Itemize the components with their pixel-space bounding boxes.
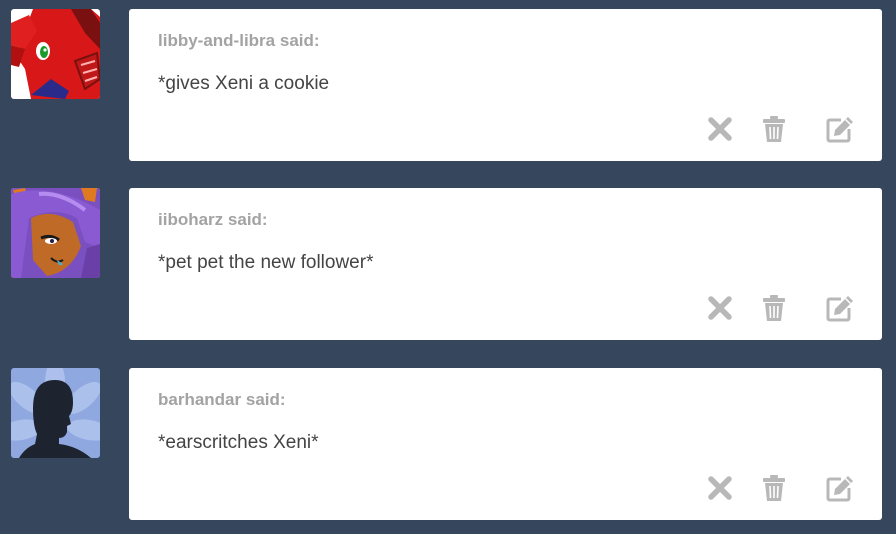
reply-button[interactable] <box>826 115 854 143</box>
message-card: libby-and-libra said: *gives Xeni a cook… <box>129 9 882 161</box>
message-row: iiboharz said: *pet pet the new follower… <box>0 188 896 340</box>
avatar[interactable] <box>11 368 100 458</box>
trash-icon <box>763 116 785 142</box>
red-pony-avatar <box>11 9 100 99</box>
close-icon <box>708 476 732 500</box>
ignore-button[interactable] <box>706 115 734 143</box>
sender-line: iiboharz said: <box>158 210 268 230</box>
sender-name[interactable]: iiboharz <box>158 210 223 229</box>
reply-button[interactable] <box>826 294 854 322</box>
message-row: barhandar said: *earscritches Xeni* <box>0 368 896 520</box>
said-label: said: <box>227 210 268 229</box>
avatar[interactable] <box>11 188 100 278</box>
sender-name[interactable]: barhandar <box>158 390 241 409</box>
message-text: *earscritches Xeni* <box>158 432 319 453</box>
said-label: said: <box>279 31 320 50</box>
ignore-button[interactable] <box>706 474 734 502</box>
said-label: said: <box>245 390 286 409</box>
edit-icon <box>826 476 853 502</box>
purple-hair-pony-avatar <box>11 188 100 278</box>
close-icon <box>708 117 732 141</box>
edit-icon <box>826 296 853 322</box>
default-silhouette-avatar <box>11 368 100 458</box>
message-row: libby-and-libra said: *gives Xeni a cook… <box>0 9 896 161</box>
edit-icon <box>826 117 853 143</box>
message-card: barhandar said: *earscritches Xeni* <box>129 368 882 520</box>
reply-button[interactable] <box>826 474 854 502</box>
sender-name[interactable]: libby-and-libra <box>158 31 275 50</box>
delete-button[interactable] <box>760 294 788 322</box>
close-icon <box>708 296 732 320</box>
message-card: iiboharz said: *pet pet the new follower… <box>129 188 882 340</box>
trash-icon <box>763 295 785 321</box>
trash-icon <box>763 475 785 501</box>
delete-button[interactable] <box>760 115 788 143</box>
avatar[interactable] <box>11 9 100 99</box>
ignore-button[interactable] <box>706 294 734 322</box>
message-text: *pet pet the new follower* <box>158 252 374 273</box>
delete-button[interactable] <box>760 474 788 502</box>
message-text: *gives Xeni a cookie <box>158 73 330 94</box>
sender-line: barhandar said: <box>158 390 286 410</box>
sender-line: libby-and-libra said: <box>158 31 320 51</box>
